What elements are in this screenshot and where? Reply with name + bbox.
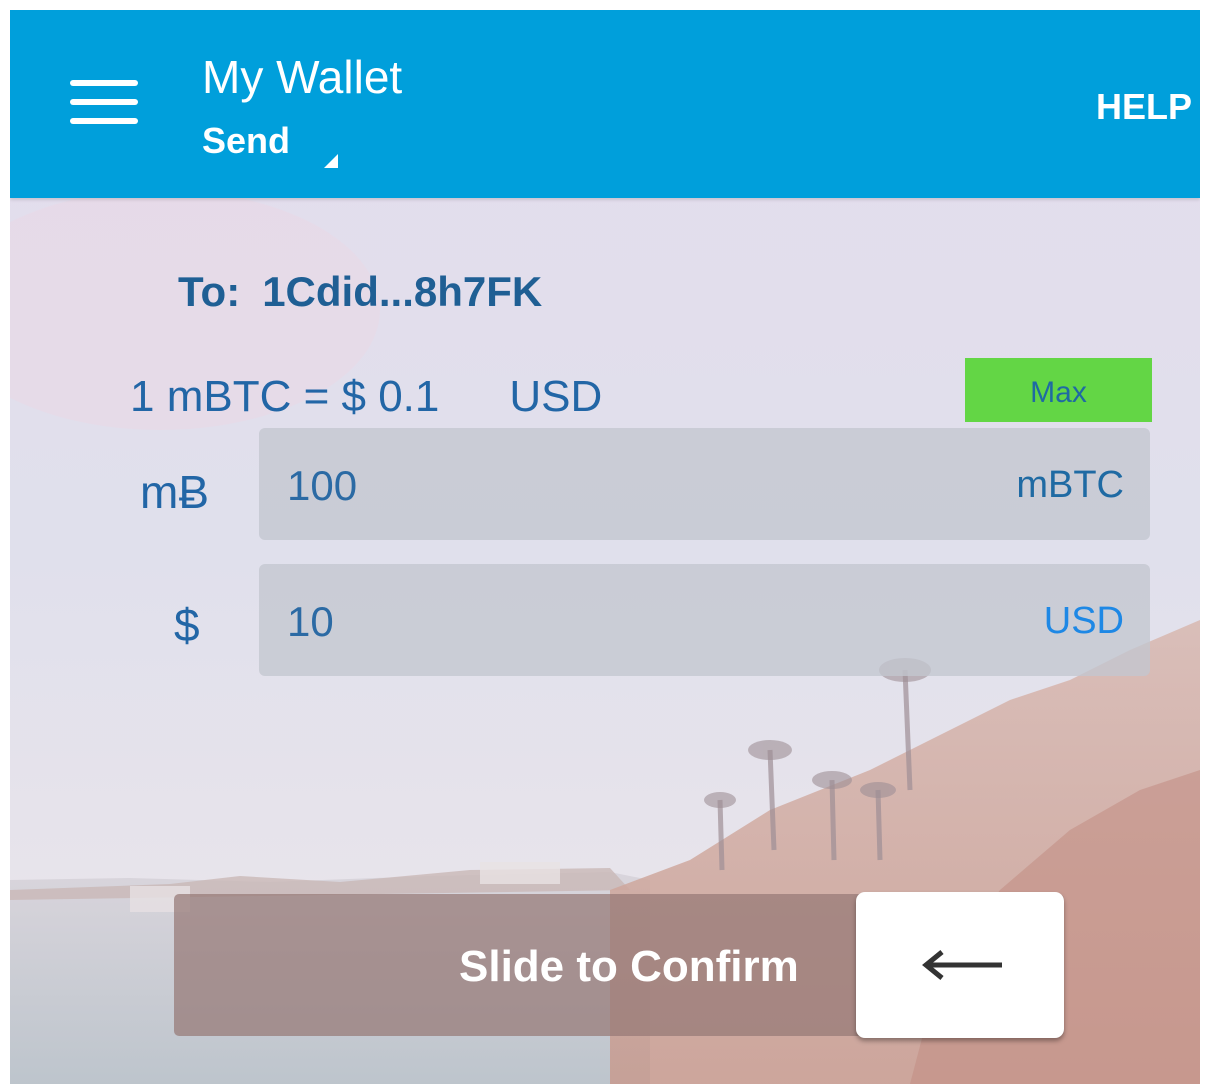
arrow-left-icon [922,950,1002,980]
recipient-row: To: 1Cdid...8h7FK [178,268,542,316]
recipient-address: 1Cdid...8h7FK [262,268,543,315]
mbtc-unit-label: mBTC [1016,464,1124,506]
usd-amount-value[interactable]: 10 [287,598,334,646]
exchange-rate-currency: USD [509,372,603,421]
mbtc-symbol-label: mɃ [140,466,209,518]
send-mode-label: Send [202,120,291,161]
send-mode-dropdown[interactable]: Send [202,120,362,170]
usd-symbol-label: $ [174,599,200,651]
hamburger-menu-icon[interactable] [68,80,142,130]
exchange-rate: 1 mBTC = $ 0.1 USD [130,372,602,422]
exchange-rate-text: 1 mBTC = $ 0.1 [130,372,440,421]
wallet-title: My Wallet [202,51,403,103]
usd-unit-label[interactable]: USD [1044,600,1124,643]
mbtc-amount-field[interactable]: 100 mBTC [259,428,1150,540]
max-button[interactable]: Max [965,358,1152,422]
app-header: My Wallet Send HELP [10,10,1200,198]
slide-to-confirm-track[interactable]: Slide to Confirm [174,892,1064,1038]
recipient-label: To: [178,268,241,315]
dropdown-triangle-icon [324,154,338,168]
slide-to-confirm-knob[interactable] [856,892,1064,1038]
slide-to-confirm-label: Slide to Confirm [459,942,799,991]
send-screen: My Wallet Send HELP To: 1Cdid...8h7FK 1 m… [10,10,1200,1084]
usd-amount-field[interactable]: 10 USD [259,564,1150,676]
help-button[interactable]: HELP [1096,86,1192,128]
mbtc-amount-value[interactable]: 100 [287,462,357,510]
